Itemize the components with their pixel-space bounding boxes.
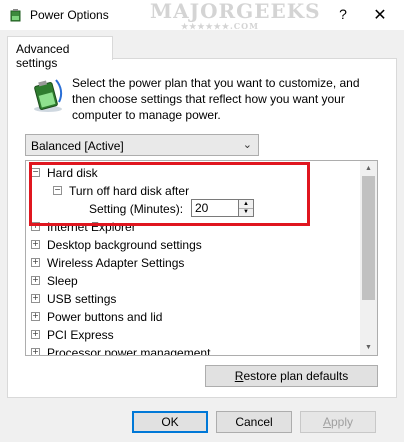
apply-label: pply bbox=[331, 415, 354, 429]
tree-item-label: Turn off hard disk after bbox=[69, 184, 190, 198]
collapse-icon[interactable]: − bbox=[31, 168, 40, 177]
apply-button[interactable]: Apply bbox=[300, 411, 376, 433]
tree-item-label: Desktop background settings bbox=[47, 238, 202, 252]
expand-icon[interactable]: + bbox=[31, 222, 40, 231]
watermark-sub: ★★★★★★.COM bbox=[180, 21, 259, 31]
chevron-down-icon: ⌄ bbox=[242, 139, 252, 151]
help-button[interactable]: ? bbox=[335, 6, 351, 24]
vertical-scrollbar[interactable]: ▲ ▼ bbox=[360, 161, 377, 355]
tree-item-label: Power buttons and lid bbox=[47, 310, 163, 324]
scrollbar-thumb[interactable] bbox=[362, 176, 375, 300]
battery-icon bbox=[34, 79, 63, 112]
close-button[interactable]: ✕ bbox=[370, 5, 390, 25]
minutes-value: 20 bbox=[195, 201, 209, 215]
tree-item-label: Hard disk bbox=[47, 166, 98, 180]
collapse-icon[interactable]: − bbox=[53, 186, 62, 195]
tree-item-label: USB settings bbox=[47, 292, 117, 306]
expand-icon[interactable]: + bbox=[31, 276, 40, 285]
scroll-up-icon[interactable]: ▲ bbox=[360, 161, 377, 176]
power-options-icon bbox=[10, 9, 21, 22]
scroll-down-icon[interactable]: ▼ bbox=[360, 340, 377, 355]
watermark: MAJORGEEKS ★★★★★★.COM bbox=[150, 0, 320, 31]
settings-tree[interactable]: − Hard disk − Turn off hard disk after S… bbox=[25, 160, 378, 356]
tab-label: Advanced settings bbox=[16, 42, 70, 70]
apply-mnemonic: A bbox=[322, 415, 331, 429]
minutes-spinner[interactable]: ▲ ▼ bbox=[239, 199, 254, 217]
tree-item-label: Internet Explorer bbox=[47, 220, 136, 234]
tab-advanced-settings[interactable]: Advanced settings bbox=[7, 36, 113, 70]
setting-minutes-label: Setting (Minutes): bbox=[89, 202, 184, 216]
tree-item-label: PCI Express bbox=[47, 328, 114, 342]
power-plan-select[interactable]: Balanced [Active] ⌄ bbox=[25, 134, 259, 156]
expand-icon[interactable]: + bbox=[31, 240, 40, 249]
tree-item-label: Sleep bbox=[47, 274, 78, 288]
expand-icon[interactable]: + bbox=[31, 312, 40, 321]
power-plan-value: Balanced [Active] bbox=[31, 139, 124, 153]
restore-plan-defaults-button[interactable]: Restore plan defaults bbox=[205, 365, 378, 387]
restore-label: estore plan defaults bbox=[243, 369, 349, 383]
title-bar: Power Options MAJORGEEKS ★★★★★★.COM ? ✕ bbox=[0, 0, 404, 30]
expand-icon[interactable]: + bbox=[31, 348, 40, 355]
tree-item-label: Processor power management bbox=[47, 346, 211, 356]
ok-button[interactable]: OK bbox=[132, 411, 208, 433]
minutes-input[interactable]: 20 bbox=[191, 199, 239, 217]
intro-text: Select the power plan that you want to c… bbox=[72, 76, 360, 122]
watermark-main: MAJORGEEKS bbox=[150, 0, 321, 23]
expand-icon[interactable]: + bbox=[31, 258, 40, 267]
tree-item-label: Wireless Adapter Settings bbox=[47, 256, 185, 270]
window-title: Power Options bbox=[30, 8, 109, 22]
spin-down-icon[interactable]: ▼ bbox=[239, 208, 253, 216]
expand-icon[interactable]: + bbox=[31, 294, 40, 303]
expand-icon[interactable]: + bbox=[31, 330, 40, 339]
cancel-button[interactable]: Cancel bbox=[216, 411, 292, 433]
